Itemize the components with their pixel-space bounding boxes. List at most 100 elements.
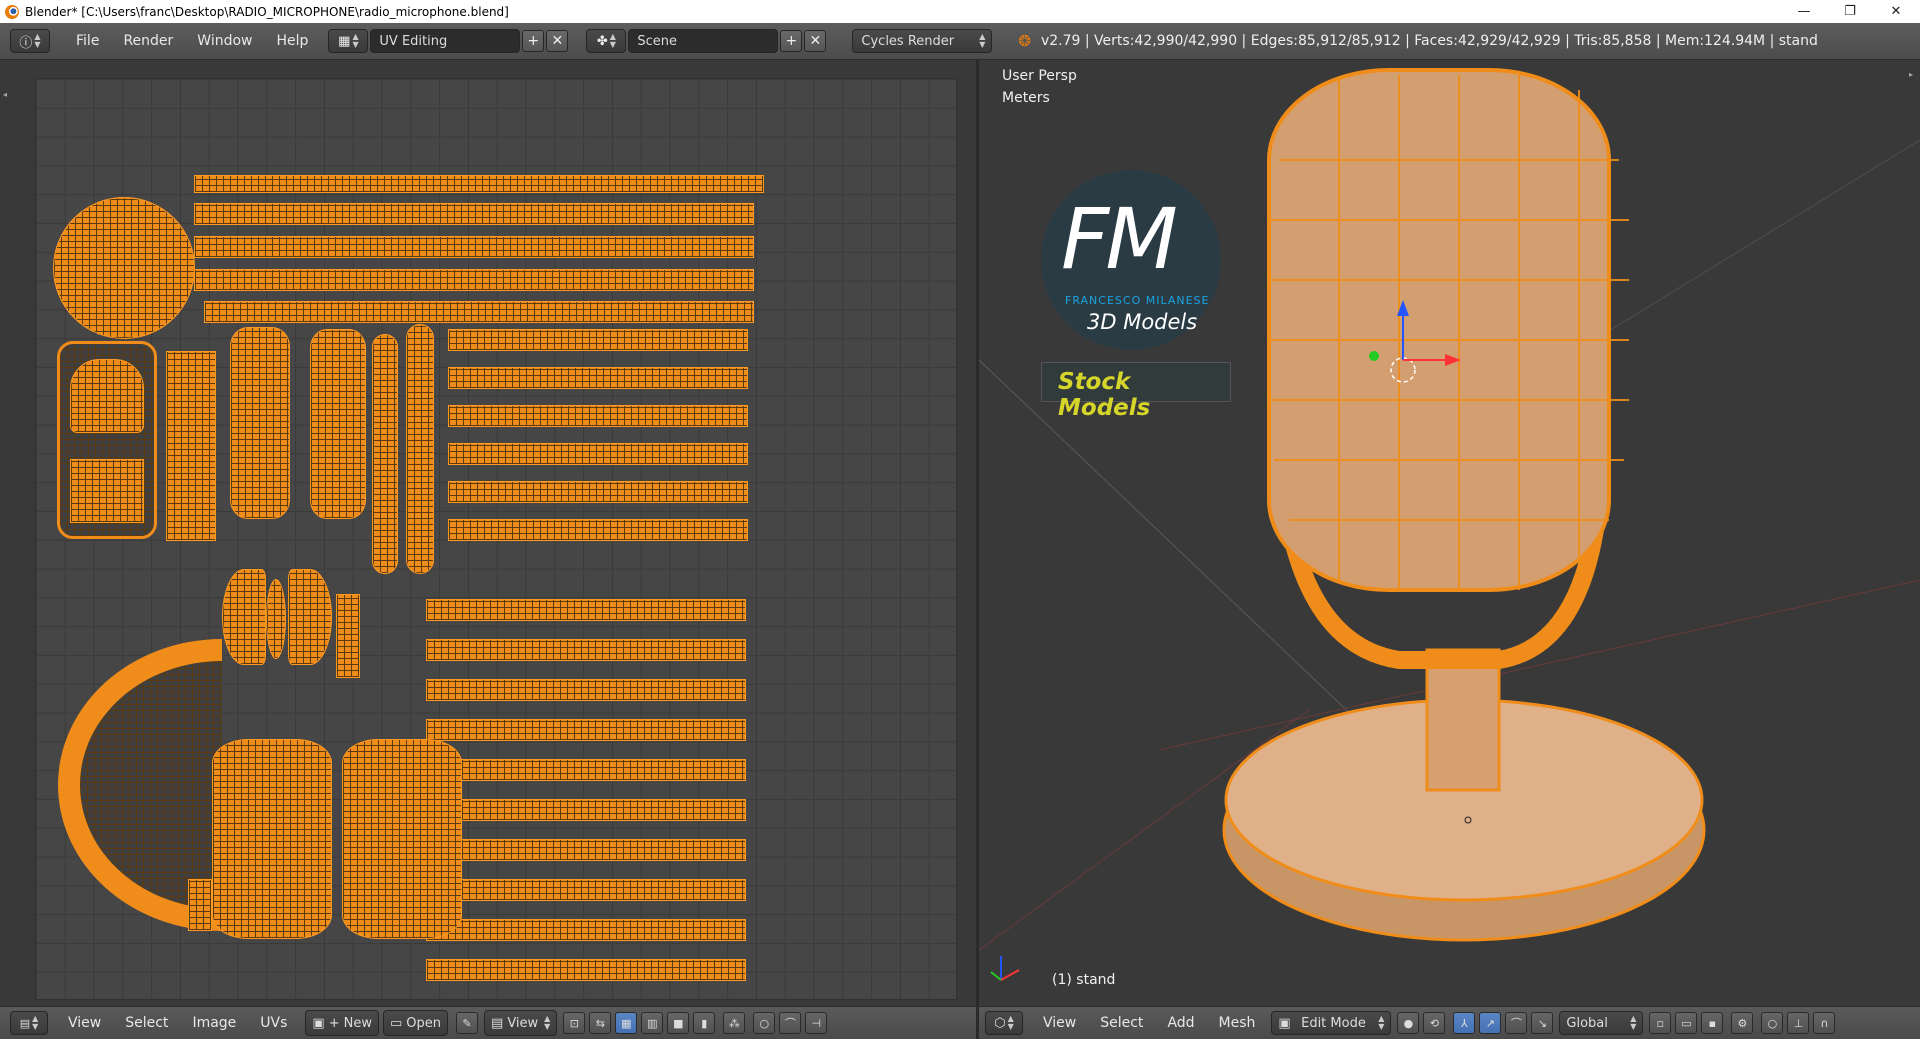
vertex-select-icon[interactable]: ▦ [615,1012,638,1034]
uv-island[interactable] [194,236,754,258]
snap-icon[interactable]: ⊣ [805,1012,828,1034]
image-browse-group[interactable]: ▣ + New [305,1010,379,1036]
uv-island[interactable] [448,405,748,427]
uv-island[interactable] [426,679,746,701]
uv-menu-uvs[interactable]: UVs [248,1015,299,1031]
view3d-menu-view[interactable]: View [1031,1015,1088,1031]
uv-island[interactable] [204,301,754,323]
uv-island[interactable] [342,739,462,939]
face-select-mode-icon[interactable]: ▪ [1701,1012,1724,1034]
viewport-shading-icon[interactable]: ● [1397,1012,1420,1034]
uv-island[interactable] [230,327,290,519]
pivot-icon[interactable]: ⊡ [563,1012,586,1034]
vertex-select-mode-icon[interactable]: ▫ [1649,1012,1672,1034]
proportional-editing-icon[interactable]: ○ [1761,1012,1784,1034]
uv-island[interactable] [448,443,748,465]
uv-island[interactable] [426,759,746,781]
uv-grid-canvas[interactable] [35,78,957,1000]
menu-file[interactable]: File [64,33,111,49]
uv-island[interactable] [70,359,144,433]
add-screen-button[interactable]: + [522,30,545,52]
uv-island[interactable] [426,879,746,901]
3d-viewport[interactable]: User Persp Meters (1) stand ▸ FM FRANCES… [979,60,1920,1006]
uv-island[interactable] [426,639,746,661]
snap-element-icon[interactable]: ⊥ [1787,1012,1810,1034]
blender-logo-icon: ❂ [1018,32,1031,50]
uv-island[interactable] [166,351,216,541]
uv-island[interactable] [372,334,398,574]
uv-island[interactable] [194,269,754,291]
uv-island[interactable] [426,719,746,741]
view3d-menu-select[interactable]: Select [1088,1015,1155,1031]
remove-screen-button[interactable]: ✕ [546,30,569,52]
uv-island[interactable] [426,839,746,861]
sticky-select-icon[interactable]: ⁂ [723,1012,746,1034]
uv-island[interactable] [336,594,360,678]
uv-island[interactable] [426,959,746,981]
screen-layout-browse-button[interactable]: ▦ ▲ ▼ [328,29,369,53]
dropdown-arrows-icon: ▲ ▼ [34,32,41,49]
uv-island[interactable] [426,799,746,821]
uv-island[interactable] [448,367,748,389]
uv-island[interactable] [426,919,746,941]
pivot-point-icon[interactable]: ⟲ [1423,1012,1446,1034]
falloff-icon[interactable]: ⌒ [779,1012,802,1034]
minimize-button[interactable]: — [1781,0,1827,23]
translate-icon[interactable]: ↗ [1479,1012,1502,1034]
new-image-button[interactable]: New [344,1016,372,1031]
uv-island[interactable] [212,739,332,939]
menu-window[interactable]: Window [185,33,264,49]
uv-island[interactable] [70,459,144,523]
proportional-edit-icon[interactable]: ○ [753,1012,776,1034]
limit-selection-icon[interactable]: ⚙ [1731,1012,1754,1034]
region-expand-arrow-icon[interactable]: ◂ [3,90,7,99]
view3d-menu-add[interactable]: Add [1155,1015,1206,1031]
uv-island[interactable] [426,599,746,621]
uv-island[interactable] [194,203,754,225]
uv-menu-select[interactable]: Select [113,1015,180,1031]
edge-select-mode-icon[interactable]: ▭ [1675,1012,1698,1034]
orientation-dropdown[interactable]: Global ▲ ▼ [1559,1011,1644,1035]
island-select-icon[interactable]: ▮ [693,1012,716,1034]
uv-island[interactable] [188,879,212,931]
uv-island[interactable] [310,329,366,519]
uv-island[interactable] [266,579,286,659]
editor-type-dropdown[interactable]: ⬡ ▲ ▼ [985,1011,1023,1035]
face-select-icon[interactable]: ■ [667,1012,690,1034]
remove-scene-button[interactable]: ✕ [804,30,827,52]
scale-icon[interactable]: ↘ [1531,1012,1554,1034]
uv-island[interactable] [406,324,434,574]
editor-type-dropdown[interactable]: ▤ ▲ ▼ [10,1011,48,1035]
uv-island[interactable] [448,481,748,503]
uv-image-editor[interactable]: ◂ [0,60,976,1006]
uv-island[interactable] [288,569,332,665]
uv-island[interactable] [222,569,266,665]
uv-menu-image[interactable]: Image [180,1015,248,1031]
uv-island[interactable] [448,519,748,541]
edge-select-icon[interactable]: ▥ [641,1012,664,1034]
menu-help[interactable]: Help [264,33,320,49]
render-engine-dropdown[interactable]: Cycles Render ▲ ▼ [852,29,993,53]
uv-menu-view[interactable]: View [56,1015,113,1031]
view3d-menu-mesh[interactable]: Mesh [1207,1015,1268,1031]
editor-type-info-dropdown[interactable]: ⓘ ▲ ▼ [10,29,50,53]
manipulator-icon[interactable]: ⅄ [1453,1012,1476,1034]
scene-browse-button[interactable]: ✤ ▲ ▼ [586,29,627,53]
uv-island[interactable] [448,329,748,351]
mode-dropdown[interactable]: ▣ Edit Mode ▲ ▼ [1271,1011,1392,1035]
maximize-button[interactable]: ❐ [1827,0,1873,23]
close-window-button[interactable]: ✕ [1873,0,1919,23]
add-scene-button[interactable]: + [780,30,803,52]
sync-selection-icon[interactable]: ⇆ [589,1012,612,1034]
menu-render[interactable]: Render [111,33,185,49]
scene-field[interactable]: Scene [628,29,779,53]
pin-icon[interactable]: ✎ [456,1012,479,1034]
region-expand-arrow-icon[interactable]: ▸ [1909,70,1913,79]
uv-island[interactable] [53,197,195,339]
screen-layout-field[interactable]: UV Editing [370,29,521,53]
snap-magnet-icon[interactable]: ∩ [1813,1012,1836,1034]
uv-island[interactable] [194,175,764,193]
rotate-icon[interactable]: ⌒ [1505,1012,1528,1034]
view-mode-dropdown[interactable]: ▤ View ▲ ▼ [484,1010,558,1036]
open-image-button[interactable]: ▭ Open [382,1010,449,1036]
